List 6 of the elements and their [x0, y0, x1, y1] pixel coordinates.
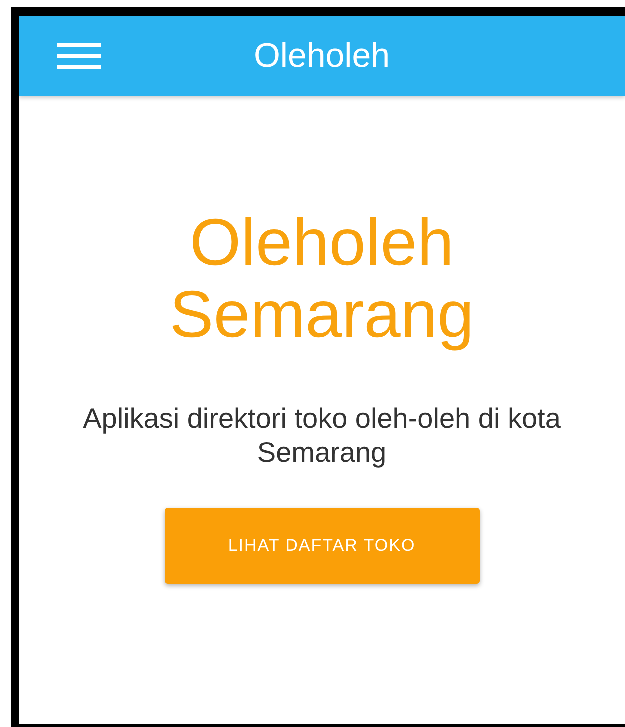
hero-title: Oleholeh Semarang [168, 206, 476, 350]
menu-button[interactable] [57, 42, 101, 70]
view-stores-button[interactable]: LIHAT DAFTAR TOKO [164, 508, 480, 584]
app-title: Oleholeh [254, 36, 390, 76]
hero-subtitle: Aplikasi direktori toko oleh-oleh di kota Semarang [82, 402, 562, 470]
menu-icon [57, 43, 101, 69]
